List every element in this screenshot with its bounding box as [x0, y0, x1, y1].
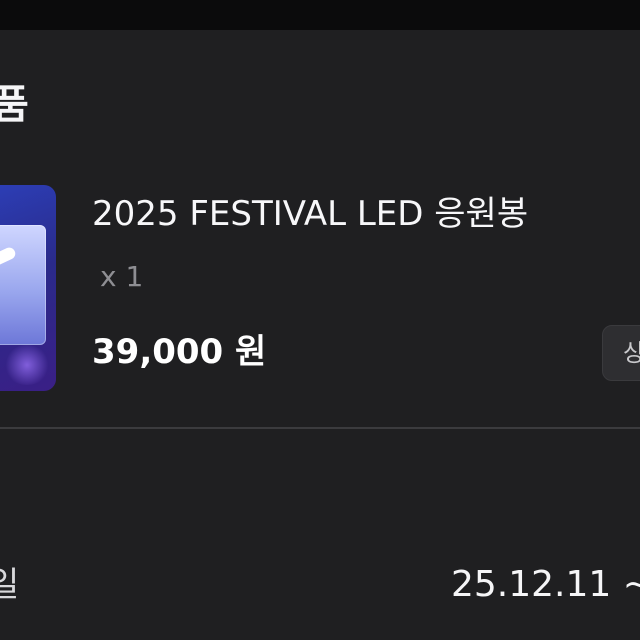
product-detail-button[interactable]: 상: [602, 325, 640, 381]
product-price: 39,000 원: [92, 332, 267, 372]
thumbnail-glow: [4, 345, 50, 385]
top-bar: [0, 0, 640, 30]
section-divider: [0, 427, 640, 429]
date-row-value: 25.12.11 ~: [451, 564, 640, 605]
product-thumbnail[interactable]: [0, 185, 56, 391]
section-title: 품: [0, 82, 29, 128]
product-name: 2025 FESTIVAL LED 응원봉: [92, 194, 529, 234]
thumbnail-card-image: [0, 225, 46, 345]
product-quantity: x 1: [100, 260, 144, 293]
date-row-label: 일: [0, 565, 20, 605]
